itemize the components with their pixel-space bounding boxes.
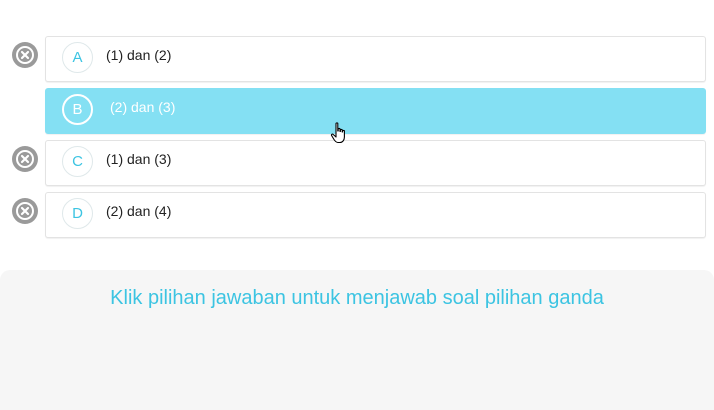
option-row-c: C (1) dan (3) [0, 140, 714, 188]
option-letter: B [62, 94, 93, 125]
option-row-a: A (1) dan (2) [0, 36, 714, 84]
eliminate-option-a-button[interactable] [12, 42, 38, 68]
option-letter: A [62, 42, 93, 73]
option-letter: C [62, 146, 93, 177]
option-text: (1) dan (3) [106, 151, 172, 167]
option-text: (2) dan (3) [110, 99, 176, 115]
option-text: (1) dan (2) [106, 47, 172, 63]
eliminate-option-d-button[interactable] [12, 198, 38, 224]
eliminate-option-c-button[interactable] [12, 146, 38, 172]
hint-panel: Klik pilihan jawaban untuk menjawab soal… [0, 270, 714, 410]
hint-text: Klik pilihan jawaban untuk menjawab soal… [110, 287, 604, 309]
option-letter: D [62, 198, 93, 229]
option-c[interactable]: C (1) dan (3) [45, 140, 706, 186]
close-icon [16, 202, 34, 220]
option-row-d: D (2) dan (4) [0, 192, 714, 240]
close-icon [16, 46, 34, 64]
option-a[interactable]: A (1) dan (2) [45, 36, 706, 82]
option-text: (2) dan (4) [106, 203, 172, 219]
option-row-b: B (2) dan (3) [0, 88, 714, 136]
option-b[interactable]: B (2) dan (3) [45, 88, 706, 134]
option-d[interactable]: D (2) dan (4) [45, 192, 706, 238]
close-icon [16, 150, 34, 168]
